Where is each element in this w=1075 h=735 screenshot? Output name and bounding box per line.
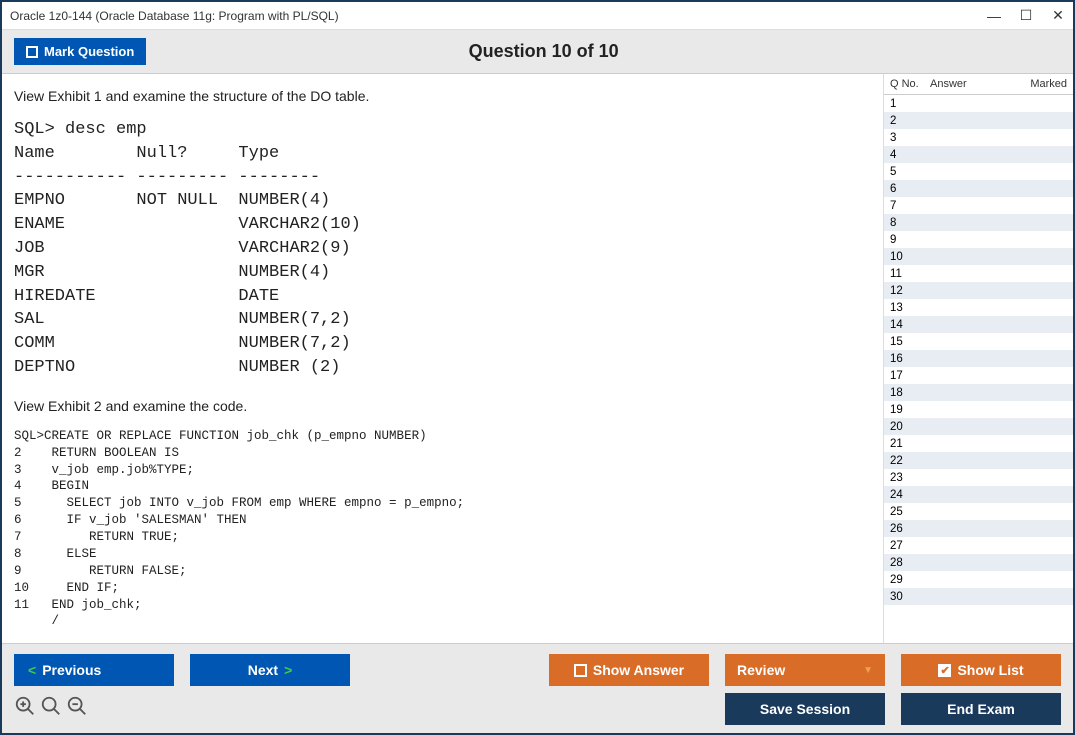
header-bar: Mark Question Question 10 of 10 <box>2 30 1073 74</box>
chevron-right-icon: > <box>284 662 292 678</box>
zoom-reset-icon[interactable] <box>40 695 62 723</box>
save-session-button[interactable]: Save Session <box>725 693 885 725</box>
mark-question-button[interactable]: Mark Question <box>14 38 146 65</box>
question-row[interactable]: 4 <box>884 146 1073 163</box>
show-list-label: Show List <box>957 662 1023 678</box>
show-answer-button[interactable]: Show Answer <box>549 654 709 686</box>
show-list-button[interactable]: ✔ Show List <box>901 654 1061 686</box>
question-list-header: Q No. Answer Marked <box>884 74 1073 95</box>
question-row[interactable]: 23 <box>884 469 1073 486</box>
question-row[interactable]: 20 <box>884 418 1073 435</box>
chevron-left-icon: < <box>28 662 36 678</box>
end-exam-button[interactable]: End Exam <box>901 693 1061 725</box>
show-answer-label: Show Answer <box>593 662 684 678</box>
question-row[interactable]: 24 <box>884 486 1073 503</box>
title-bar: Oracle 1z0-144 (Oracle Database 11g: Pro… <box>2 2 1073 30</box>
window-title: Oracle 1z0-144 (Oracle Database 11g: Pro… <box>10 9 987 23</box>
question-row[interactable]: 22 <box>884 452 1073 469</box>
footer-row-1: < Previous Next > Show Answer Review ▼ ✔… <box>14 654 1061 686</box>
checkbox-checked-icon: ✔ <box>938 664 951 677</box>
zoom-out-icon[interactable] <box>66 695 88 723</box>
question-row[interactable]: 19 <box>884 401 1073 418</box>
question-row[interactable]: 29 <box>884 571 1073 588</box>
question-row[interactable]: 2 <box>884 112 1073 129</box>
question-row[interactable]: 7 <box>884 197 1073 214</box>
exhibit1-code: SQL> desc emp Name Null? Type ----------… <box>14 118 871 380</box>
question-row[interactable]: 10 <box>884 248 1073 265</box>
content-column: View Exhibit 1 and examine the structure… <box>2 74 883 643</box>
footer-bar: < Previous Next > Show Answer Review ▼ ✔… <box>2 643 1073 733</box>
question-counter: Question 10 of 10 <box>146 41 941 62</box>
question-row[interactable]: 12 <box>884 282 1073 299</box>
previous-label: Previous <box>42 662 101 678</box>
question-row[interactable]: 18 <box>884 384 1073 401</box>
exhibit2-intro: View Exhibit 2 and examine the code. <box>14 398 871 414</box>
question-row[interactable]: 17 <box>884 367 1073 384</box>
review-label: Review <box>737 662 785 678</box>
save-session-label: Save Session <box>760 701 850 717</box>
question-row[interactable]: 5 <box>884 163 1073 180</box>
body-area: View Exhibit 1 and examine the structure… <box>2 74 1073 643</box>
header-marked: Marked <box>1019 78 1067 90</box>
exhibit2-code: SQL>CREATE OR REPLACE FUNCTION job_chk (… <box>14 428 871 631</box>
question-row[interactable]: 6 <box>884 180 1073 197</box>
window-controls: — ☐ ✕ <box>987 9 1065 23</box>
question-row[interactable]: 21 <box>884 435 1073 452</box>
review-button[interactable]: Review ▼ <box>725 654 885 686</box>
question-row[interactable]: 15 <box>884 333 1073 350</box>
question-row[interactable]: 13 <box>884 299 1073 316</box>
question-row[interactable]: 25 <box>884 503 1073 520</box>
app-window: Oracle 1z0-144 (Oracle Database 11g: Pro… <box>0 0 1075 735</box>
question-row[interactable]: 27 <box>884 537 1073 554</box>
question-row[interactable]: 30 <box>884 588 1073 605</box>
mark-question-label: Mark Question <box>44 44 134 59</box>
question-list-panel: Q No. Answer Marked 12345678910111213141… <box>883 74 1073 643</box>
previous-button[interactable]: < Previous <box>14 654 174 686</box>
header-qno: Q No. <box>890 78 930 90</box>
close-icon[interactable]: ✕ <box>1051 9 1065 23</box>
end-exam-label: End Exam <box>947 701 1015 717</box>
question-row[interactable]: 3 <box>884 129 1073 146</box>
maximize-icon[interactable]: ☐ <box>1019 9 1033 23</box>
checkbox-icon <box>26 46 38 58</box>
question-row[interactable]: 9 <box>884 231 1073 248</box>
question-row[interactable]: 11 <box>884 265 1073 282</box>
chevron-down-icon: ▼ <box>863 665 873 676</box>
next-label: Next <box>248 662 278 678</box>
zoom-controls <box>14 695 88 723</box>
zoom-in-icon[interactable] <box>14 695 36 723</box>
question-row[interactable]: 26 <box>884 520 1073 537</box>
next-button[interactable]: Next > <box>190 654 350 686</box>
question-row[interactable]: 14 <box>884 316 1073 333</box>
content-scroll[interactable]: View Exhibit 1 and examine the structure… <box>2 74 883 643</box>
question-row[interactable]: 28 <box>884 554 1073 571</box>
question-row[interactable]: 16 <box>884 350 1073 367</box>
minimize-icon[interactable]: — <box>987 9 1001 23</box>
question-row[interactable]: 8 <box>884 214 1073 231</box>
exhibit1-intro: View Exhibit 1 and examine the structure… <box>14 88 871 104</box>
checkbox-icon <box>574 664 587 677</box>
question-row[interactable]: 1 <box>884 95 1073 112</box>
header-answer: Answer <box>930 78 1019 90</box>
question-list[interactable]: 1234567891011121314151617181920212223242… <box>884 95 1073 643</box>
footer-row-2: Save Session End Exam <box>14 693 1061 725</box>
